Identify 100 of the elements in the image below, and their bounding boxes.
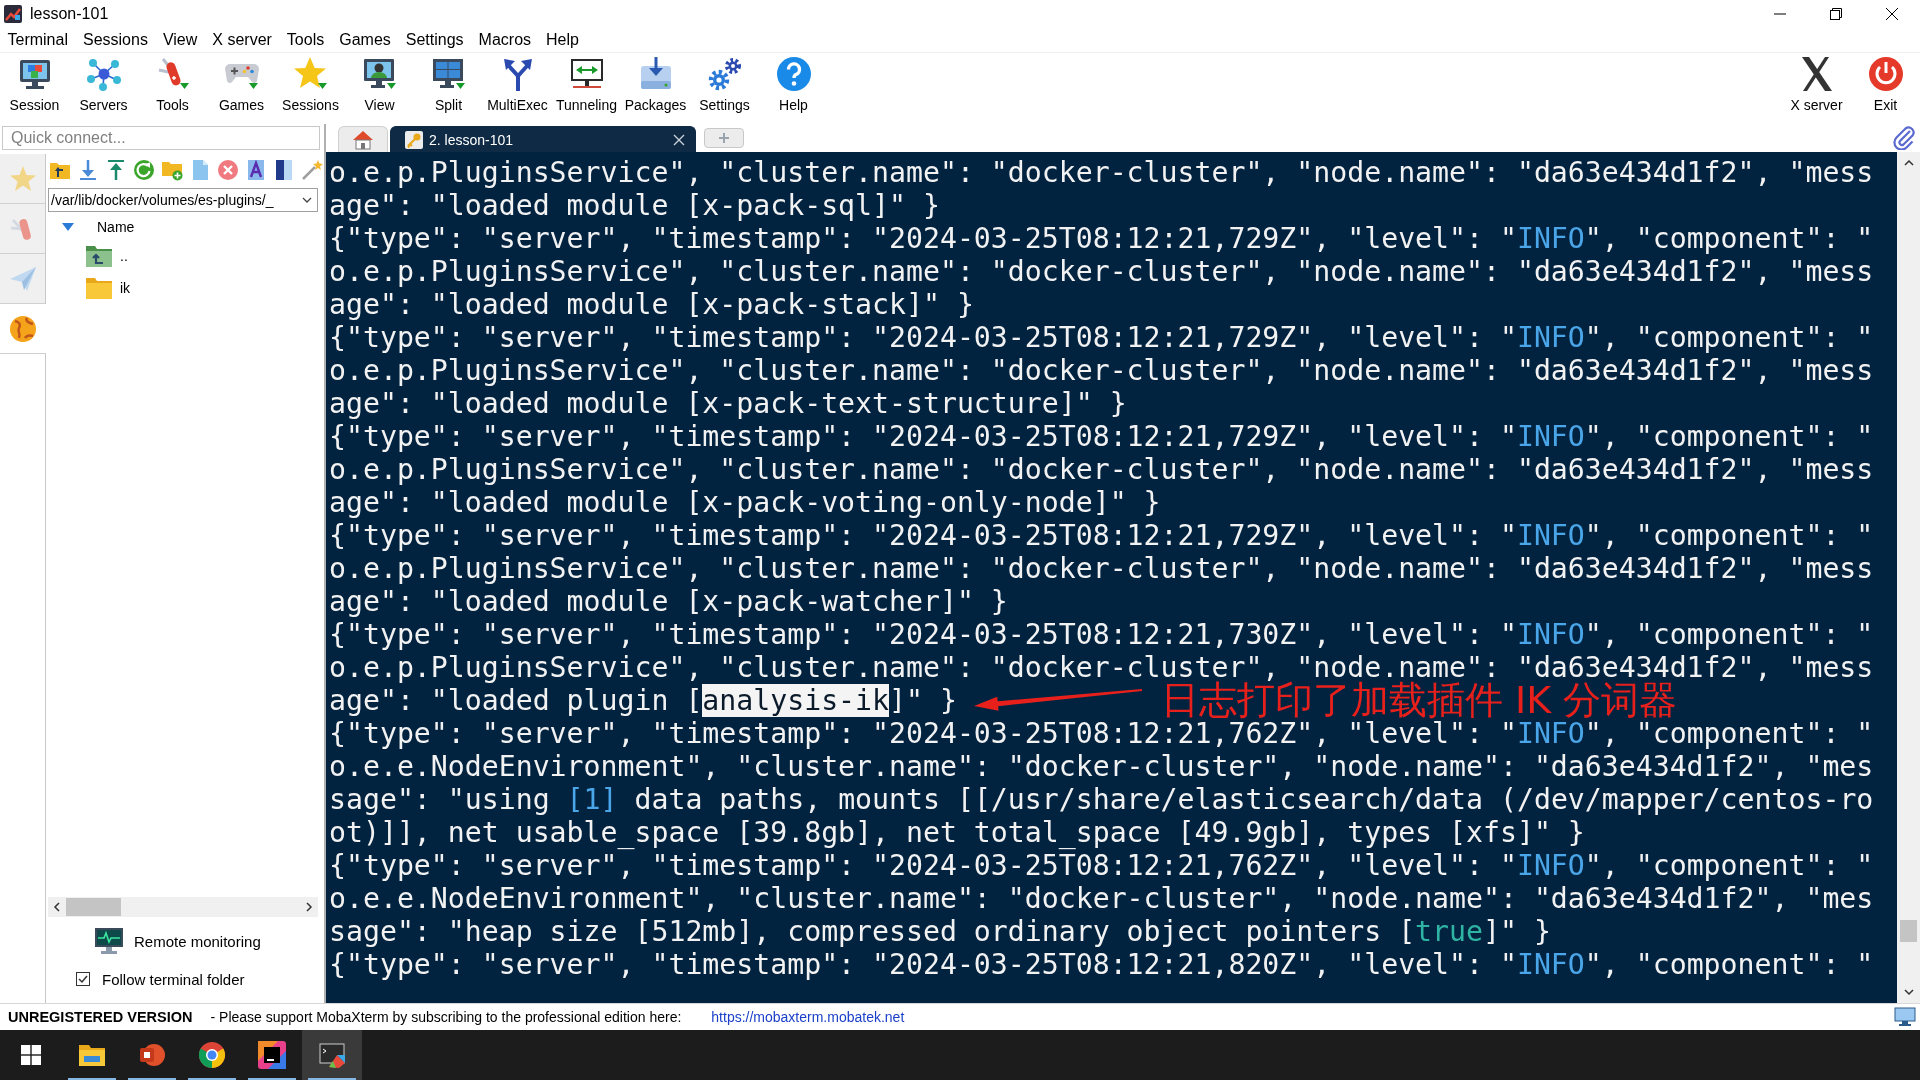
terminal-line: age": "loaded module [x-pack-text-structure]" } (329, 387, 1127, 420)
house-icon (352, 129, 374, 150)
folder-plus-icon[interactable] (161, 159, 183, 181)
scrollbar-thumb[interactable] (1900, 920, 1917, 942)
magic-wand-icon[interactable] (301, 159, 323, 181)
file-item[interactable]: .. (48, 240, 128, 272)
toolbar-button[interactable]: Games (207, 53, 276, 123)
terminal-line: age": "loaded module [x-pack-voting-only-node]" } (329, 486, 1161, 519)
terminal-line: sage": "heap size [512mb], compressed ordinary object pointers [true]" } (329, 915, 1551, 948)
terminal-line: {"type": "server", "timestamp": "2024-03-25T08:12:21,729Z", "level": "INFO", "component": " (329, 420, 1874, 453)
four-squares-icon (21, 1045, 41, 1065)
menu-item[interactable]: X server (204, 31, 280, 49)
edition-label: UNREGISTERED VERSION (8, 1009, 193, 1025)
delete-icon[interactable] (217, 159, 239, 181)
refresh-icon[interactable] (133, 159, 155, 181)
star-icon (292, 56, 329, 92)
terminal-line: sage": "using [1] data paths, mounts [[/usr/share/elasticsearch/data (/dev/mapper/centos-ro (329, 783, 1874, 816)
toolbar-button[interactable]: Packages (621, 53, 690, 123)
terminal-line: o.e.p.PluginsService", "cluster.name": "docker-cluster", "node.name": "da63e434d1f2", "mess (329, 552, 1874, 585)
terminal-line: {"type": "server", "timestamp": "2024-03-25T08:12:21,729Z", "level": "INFO", "component": " (329, 222, 1874, 255)
power-icon (1867, 56, 1904, 92)
app-icon (4, 5, 22, 23)
monitor-icon[interactable] (1894, 1007, 1916, 1027)
terminal-line: {"type": "server", "timestamp": "2024-03-25T08:12:21,820Z", "level": "INFO", "component": " (329, 948, 1874, 981)
ide-icon (258, 1041, 286, 1069)
split-screen-icon (430, 56, 467, 92)
toolbar-button[interactable]: Tunneling (552, 53, 621, 123)
terminal-line: ot)]], net usable_space [39.8gb], net total_space [49.9gb], types [xfs]" } (329, 816, 1585, 849)
terminal-line: age": "loaded module [x-pack-watcher]" } (329, 585, 1008, 618)
toolbar-button[interactable]: Split (414, 53, 483, 123)
toolbar-button[interactable]: Help (759, 53, 828, 123)
path-dropdown[interactable]: /var/lib/docker/volumes/es-plugins/_ (48, 188, 318, 212)
menu-item[interactable]: Terminal (0, 31, 76, 49)
toolbar-button[interactable]: Servers (69, 53, 138, 123)
home-tab[interactable] (338, 126, 388, 152)
terminal-app-icon (318, 1041, 346, 1069)
scrollbar-thumb[interactable] (66, 898, 121, 916)
scroll-down-icon[interactable] (1903, 988, 1914, 996)
text-file-icon[interactable] (245, 159, 267, 181)
checkbox-label: Follow terminal folder (102, 970, 245, 988)
folder-icon (85, 276, 113, 300)
toolbar-button[interactable]: Exit (1851, 53, 1920, 123)
taskbar-app[interactable] (302, 1030, 362, 1080)
terminal-line: o.e.p.PluginsService", "cluster.name": "docker-cluster", "node.name": "da63e434d1f2", "mess (329, 255, 1874, 288)
key-icon (405, 130, 423, 149)
toolbar-button[interactable]: View (345, 53, 414, 123)
monitor-user-icon (361, 56, 398, 92)
vertical-scrollbar[interactable] (1897, 152, 1920, 1003)
toolbar-button[interactable]: Tools (138, 53, 207, 123)
terminal-line: age": "loaded module [x-pack-stack]" } (329, 288, 974, 321)
terminal-line: {"type": "server", "timestamp": "2024-03-25T08:12:21,762Z", "level": "INFO", "component": " (329, 849, 1874, 882)
monitor-pulse-icon (94, 927, 124, 955)
plus-icon (718, 132, 730, 144)
upload-icon[interactable] (105, 159, 127, 181)
horizontal-scrollbar[interactable] (48, 897, 318, 917)
terminal-line: o.e.p.PluginsService", "cluster.name": "docker-cluster", "node.name": "da63e434d1f2", "mess (329, 354, 1874, 387)
status-message: - Please support MobaXterm by subscribing to the professional edition here: (210, 1009, 682, 1025)
menu-item[interactable]: Sessions (75, 31, 156, 49)
website-link[interactable]: https://mobaxterm.mobatek.net (711, 1009, 905, 1025)
menu-item[interactable]: Tools (279, 31, 332, 49)
close-icon (1886, 8, 1898, 20)
toolbar-button[interactable]: MultiExec (483, 53, 552, 123)
folder-up-icon (85, 244, 113, 268)
window-title: lesson-101 (30, 5, 109, 23)
quick-connect-field[interactable]: Quick connect... (2, 126, 320, 150)
columns-icon[interactable] (273, 159, 295, 181)
scroll-right-icon[interactable] (305, 902, 313, 912)
scroll-up-icon[interactable] (1903, 159, 1914, 167)
star-icon (8, 164, 37, 193)
terminal-line: {"type": "server", "timestamp": "2024-03-25T08:12:21,729Z", "level": "INFO", "component": " (329, 321, 1874, 354)
network-icon (85, 56, 122, 92)
terminal-line: o.e.e.NodeEnvironment", "cluster.name": "docker-cluster", "node.name": "da63e434d1f2", "mes (329, 882, 1874, 915)
globe-icon (9, 314, 37, 343)
paperclip-icon[interactable] (1892, 126, 1916, 150)
menu-item[interactable]: Games (331, 31, 399, 49)
toolbar-button[interactable]: Settings (690, 53, 759, 123)
menu-item[interactable]: Settings (398, 31, 472, 49)
file-item[interactable]: ik (48, 272, 131, 304)
checkbox[interactable] (76, 972, 90, 986)
paper-plane-icon (8, 264, 37, 293)
terminal-line: {"type": "server", "timestamp": "2024-03-25T08:12:21,729Z", "level": "INFO", "component": " (329, 519, 1874, 552)
terminal-line: age": "loaded plugin [analysis-ik]" } (329, 684, 957, 717)
settings-icon (706, 56, 743, 92)
toolbar-button[interactable]: X server (1782, 53, 1851, 123)
menu-item[interactable]: Macros (471, 31, 539, 49)
menu-item[interactable]: Help (538, 31, 587, 49)
menu-item[interactable]: View (155, 31, 205, 49)
close-icon[interactable] (673, 133, 685, 146)
terminal-line: {"type": "server", "timestamp": "2024-03-25T08:12:21,730Z", "level": "INFO", "component": " (329, 618, 1874, 651)
caret-icon (302, 197, 312, 203)
remote-monitoring-button[interactable]: Remote monitoring (48, 923, 261, 959)
download-icon[interactable] (77, 159, 99, 181)
toolbar-button[interactable]: Session (0, 53, 69, 123)
terminal-line: o.e.p.PluginsService", "cluster.name": "docker-cluster", "node.name": "da63e434d1f2", "mess (329, 156, 1874, 189)
toolbar-button[interactable]: Sessions (276, 53, 345, 123)
terminal-line: o.e.p.PluginsService", "cluster.name": "docker-cluster", "node.name": "da63e434d1f2", "mess (329, 453, 1874, 486)
column-header[interactable]: Name (48, 214, 135, 240)
session-tab[interactable]: 2. lesson-101 (390, 126, 696, 152)
side-tab[interactable] (0, 304, 46, 354)
scroll-left-icon[interactable] (53, 902, 61, 912)
